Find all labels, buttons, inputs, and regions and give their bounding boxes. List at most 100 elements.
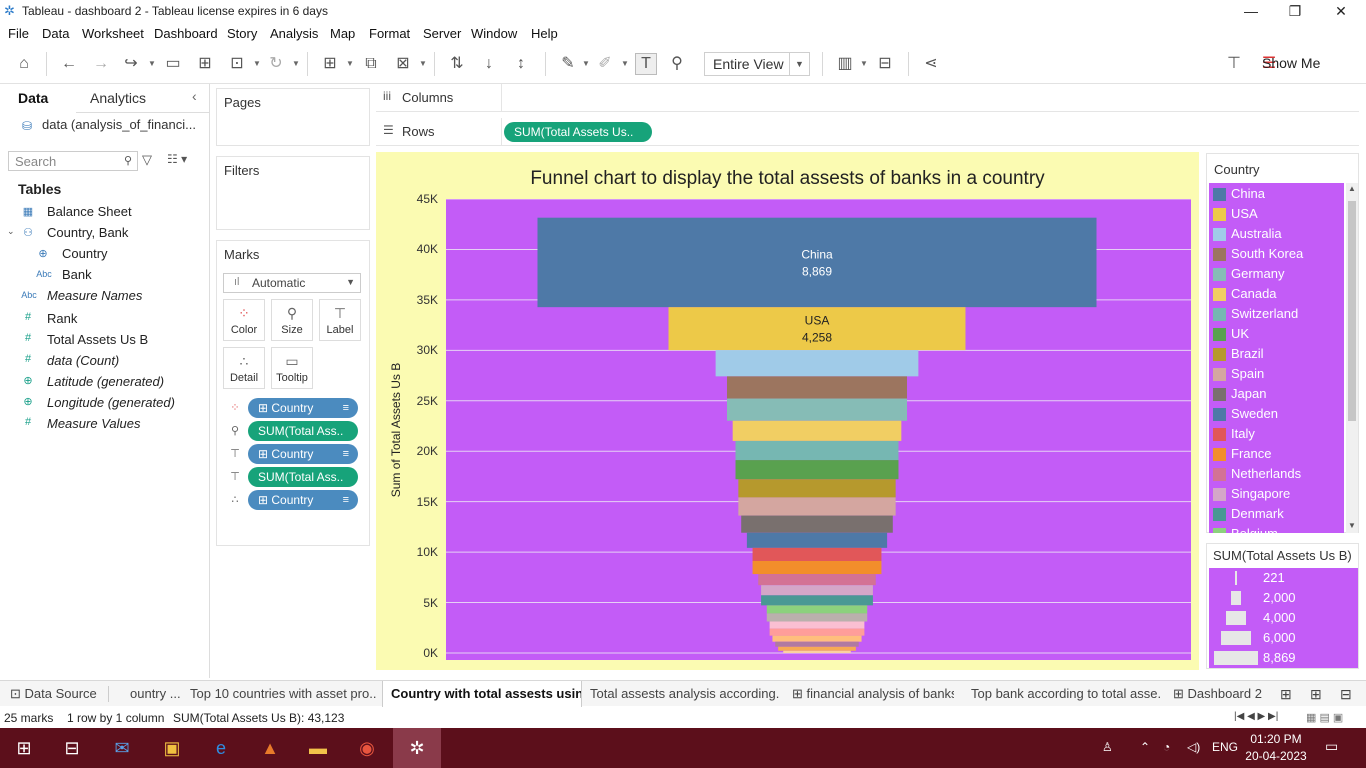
refresh-dropdown-icon[interactable]: ▼	[292, 54, 300, 74]
share-icon[interactable]: ⋖	[920, 54, 942, 74]
edge-icon[interactable]: e	[209, 736, 233, 760]
tab-sheet[interactable]: ountry ...	[130, 686, 180, 701]
duplicate-icon[interactable]: ⧉	[360, 54, 382, 74]
new-story-tab-icon[interactable]: ⊟	[1340, 686, 1352, 703]
size-button[interactable]: ⚲ Size	[271, 299, 313, 341]
clock[interactable]: 01:20 PM 20-04-2023	[1236, 731, 1316, 765]
clear-dropdown-icon[interactable]: ▼	[419, 54, 427, 74]
field-data-count[interactable]: data (Count)	[47, 353, 119, 368]
pill-rows-sum[interactable]: SUM(Total Assets Us..	[504, 122, 652, 142]
file-explorer-icon[interactable]: ▬	[306, 736, 330, 760]
new-dashboard-tab-icon[interactable]: ⊞	[1310, 686, 1322, 703]
tooltip-button[interactable]: ▭ Tooltip	[271, 347, 313, 389]
pages-card[interactable]: Pages	[216, 88, 370, 146]
undo-icon[interactable]: ←	[58, 54, 80, 74]
new-worksheet-icon[interactable]: ⊞	[319, 54, 341, 74]
scroll-up-icon[interactable]: ▲	[1348, 184, 1356, 193]
funnel-bar-uk[interactable]	[735, 460, 899, 480]
label-button[interactable]: ⊤ Label	[319, 299, 361, 341]
pause-dropdown-icon[interactable]: ▼	[253, 54, 261, 74]
filters-card[interactable]: Filters	[216, 156, 370, 230]
funnel-chart[interactable]: China 8,869 USA 4,258	[446, 198, 1191, 660]
tab-data-source[interactable]: ⊡ Data Source	[10, 686, 97, 702]
fit-dropdown[interactable]: Entire View ▼	[704, 52, 810, 76]
expand-chevron-icon[interactable]: ⌄	[7, 226, 15, 237]
highlight-dropdown-icon[interactable]: ▼	[582, 54, 590, 74]
funnel-bar-other-7[interactable]	[783, 650, 851, 653]
sort-ascending-icon[interactable]: ↓	[478, 54, 500, 74]
funnel-bar-other-2[interactable]	[769, 621, 865, 629]
filter-icon[interactable]: ▽	[142, 152, 152, 168]
save-icon[interactable]: ▭	[162, 54, 184, 74]
field-latitude[interactable]: Latitude (generated)	[47, 374, 164, 389]
format-painter-icon[interactable]: ⊤	[1223, 54, 1245, 74]
sheet-nav-icons[interactable]: |◀ ◀ ▶ ▶|	[1234, 711, 1278, 722]
tab-sheet[interactable]: Total assests analysis according...	[590, 686, 780, 701]
funnel-bar-switzerland[interactable]	[735, 440, 899, 461]
matlab-icon[interactable]: ▲	[258, 736, 282, 760]
columns-shelf[interactable]: iii Columns	[376, 84, 1359, 112]
presentation-mode-icon[interactable]: ⊟	[874, 54, 896, 74]
show-cards-icon[interactable]: ▥	[834, 54, 856, 74]
tableau-taskbar-button[interactable]: ✲	[393, 728, 441, 768]
windows-start-icon[interactable]: ⊞	[12, 736, 36, 760]
close-button[interactable]: ✕	[1318, 0, 1364, 22]
tab-analytics[interactable]: Analytics	[90, 90, 146, 106]
field-bank[interactable]: Bank	[62, 267, 92, 282]
pill-color-country[interactable]: ⊞ Country ≡	[248, 398, 358, 418]
funnel-bar-other-3[interactable]	[769, 628, 865, 636]
field-longitude[interactable]: Longitude (generated)	[47, 395, 175, 410]
field-measure-values[interactable]: Measure Values	[47, 416, 140, 431]
collapse-pane-icon[interactable]: ‹	[192, 88, 197, 104]
sort-descending-icon[interactable]: ↕	[510, 54, 532, 74]
detail-button[interactable]: ∴ Detail	[223, 347, 265, 389]
menu-format[interactable]: Format	[369, 26, 410, 41]
mark-type-dropdown[interactable]: ıl Automatic ▼	[223, 273, 361, 293]
pill-label-country[interactable]: ⊞ Country ≡	[248, 444, 358, 464]
tab-dashboard[interactable]: ⊞ financial analysis of banks	[792, 686, 954, 702]
menu-server[interactable]: Server	[423, 26, 461, 41]
clear-sheet-icon[interactable]: ⊠	[392, 54, 414, 74]
menu-dashboard[interactable]: Dashboard	[154, 26, 218, 41]
mail-icon[interactable]: ✉	[110, 736, 134, 760]
menu-file[interactable]: File	[8, 26, 29, 41]
funnel-bar-other-5[interactable]	[775, 641, 859, 647]
search-input[interactable]: Search ⚲	[8, 151, 138, 171]
view-options-icon[interactable]: ☷ ▾	[167, 152, 187, 166]
group-icon[interactable]: ✐	[594, 54, 616, 74]
tray-chevron-icon[interactable]: ⌃	[1140, 740, 1150, 754]
menu-story[interactable]: Story	[227, 26, 257, 41]
funnel-bar-other-1[interactable]	[766, 613, 868, 622]
replay-dropdown-icon[interactable]: ▼	[148, 54, 156, 74]
funnel-bar-spain[interactable]	[738, 497, 896, 516]
funnel-bar-netherlands[interactable]	[758, 574, 876, 586]
volume-icon[interactable]: ◁)	[1187, 740, 1200, 754]
funnel-bar-brazil[interactable]	[738, 479, 896, 498]
rows-shelf[interactable]: ☰ Rows SUM(Total Assets Us..	[376, 118, 1359, 146]
store-icon[interactable]: ▣	[160, 736, 184, 760]
menu-worksheet[interactable]: Worksheet	[82, 26, 144, 41]
field-total-assets[interactable]: Total Assets Us B	[47, 332, 148, 347]
people-icon[interactable]: ♙	[1102, 740, 1113, 754]
funnel-bar-france[interactable]	[752, 560, 882, 575]
restore-button[interactable]: ❐	[1272, 0, 1318, 22]
task-view-icon[interactable]: ⊟	[60, 736, 84, 760]
home-icon[interactable]: ⌂	[13, 54, 35, 74]
color-button[interactable]: ⁘ Color	[223, 299, 265, 341]
legend-scrollbar[interactable]: ▲ ▼	[1346, 183, 1358, 533]
funnel-bar-japan[interactable]	[741, 515, 893, 533]
menu-help[interactable]: Help	[531, 26, 558, 41]
plot-area[interactable]: China 8,869 USA 4,258	[446, 198, 1191, 660]
minimize-button[interactable]: —	[1228, 0, 1274, 22]
notifications-icon[interactable]: ▭	[1325, 738, 1338, 755]
tab-data[interactable]: Data	[18, 90, 48, 106]
replay-icon[interactable]: ↪	[120, 54, 142, 74]
view-mode-icons[interactable]: ▦ ▤ ▣	[1306, 711, 1343, 724]
funnel-bar-canada[interactable]	[732, 420, 902, 441]
pill-size-sum[interactable]: SUM(Total Ass..	[248, 421, 358, 441]
chrome-icon[interactable]: ◉	[355, 736, 379, 760]
refresh-icon[interactable]: ↻	[265, 54, 287, 74]
funnel-bar-other-6[interactable]	[778, 646, 856, 651]
funnel-bar-singapore[interactable]	[761, 585, 873, 596]
field-country-bank[interactable]: Country, Bank	[47, 225, 128, 240]
